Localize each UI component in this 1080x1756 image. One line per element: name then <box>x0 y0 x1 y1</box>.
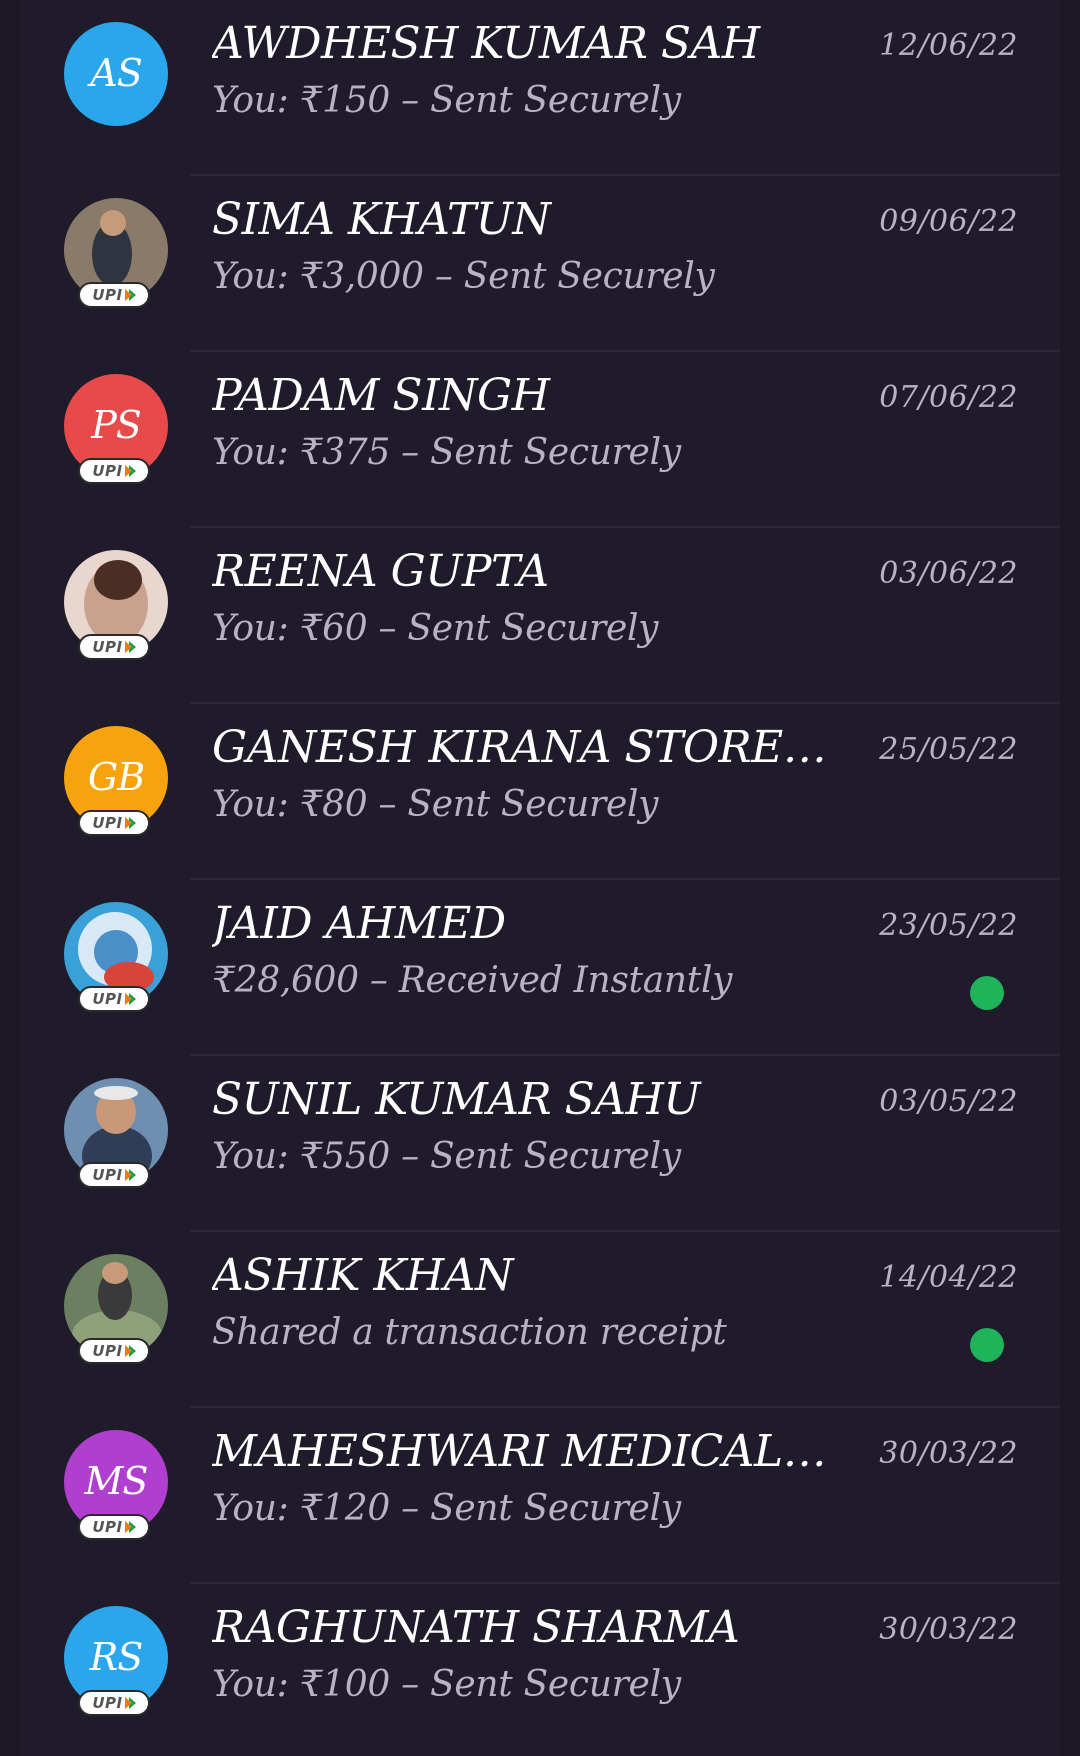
contact-row[interactable]: AS AWDHESH KUMAR SAH You: ₹150 – Sent Secu… <box>20 0 1060 176</box>
contact-row[interactable]: UPI SIMA KHATUN You: ₹3,000 – Sent Securel… <box>20 176 1060 352</box>
upi-badge-label: UPI <box>92 990 123 1008</box>
upi-badge-label: UPI <box>92 286 123 304</box>
contact-name: MAHESHWARI MEDICAL STO... <box>212 1426 832 1477</box>
avatar-initials: PS <box>91 403 142 447</box>
last-transaction-text: You: ₹375 – Sent Securely <box>212 432 681 473</box>
contact-name: JAID AHMED <box>212 898 506 949</box>
contact-row[interactable]: MS UPI MAHESHWARI MEDICAL STO... You: ₹120 … <box>20 1408 1060 1584</box>
contact-row[interactable]: UPI SUNIL KUMAR SAHU You: ₹550 – Sent Secu… <box>20 1056 1060 1232</box>
upi-badge-icon: UPI <box>78 986 150 1012</box>
contact-name: GANESH KIRANA STORE BIJ... <box>212 722 832 773</box>
last-transaction-text: You: ₹150 – Sent Securely <box>212 80 681 121</box>
unread-indicator-icon <box>970 1328 1004 1362</box>
upi-badge-icon: UPI <box>78 282 150 308</box>
avatar-photo-shape <box>94 560 142 600</box>
upi-badge-icon: UPI <box>78 634 150 660</box>
transaction-date: 23/05/22 <box>879 908 1018 943</box>
app-root: AS AWDHESH KUMAR SAH You: ₹150 – Sent Secu… <box>0 0 1080 1756</box>
transaction-date: 09/06/22 <box>879 204 1018 239</box>
upi-arrow-orange-icon <box>124 289 132 301</box>
contact-name: AWDHESH KUMAR SAH <box>212 18 760 69</box>
upi-arrow-orange-icon <box>124 1169 132 1181</box>
contact-name: REENA GUPTA <box>212 546 549 597</box>
transaction-date: 30/03/22 <box>879 1436 1018 1471</box>
upi-arrow-orange-icon <box>124 817 132 829</box>
contact-row[interactable]: UPI JAID AHMED ₹28,600 – Received Instantl… <box>20 880 1060 1056</box>
contact-list[interactable]: AS AWDHESH KUMAR SAH You: ₹150 – Sent Secu… <box>20 0 1060 1756</box>
upi-badge-label: UPI <box>92 1518 123 1536</box>
last-transaction-text: You: ₹3,000 – Sent Securely <box>212 256 715 297</box>
transaction-date: 03/05/22 <box>879 1084 1018 1119</box>
transaction-date: 07/06/22 <box>879 380 1018 415</box>
contact-row[interactable]: UPI REENA GUPTA You: ₹60 – Sent Securely 03… <box>20 528 1060 704</box>
avatar-initials: MS <box>84 1459 149 1503</box>
last-transaction-text: You: ₹550 – Sent Securely <box>212 1136 681 1177</box>
transaction-date: 30/03/22 <box>879 1612 1018 1647</box>
upi-badge-icon: UPI <box>78 458 150 484</box>
avatar-photo-shape <box>94 1086 138 1100</box>
avatar-initials: RS <box>89 1635 144 1679</box>
avatar-photo-shape <box>102 1262 128 1284</box>
upi-badge-label: UPI <box>92 814 123 832</box>
contact-name: PADAM SINGH <box>212 370 550 421</box>
last-transaction-text: You: ₹60 – Sent Securely <box>212 608 659 649</box>
unread-indicator-icon <box>970 976 1004 1010</box>
contact-row[interactable]: UPI ASHIK KHAN Shared a transaction receip… <box>20 1232 1060 1408</box>
upi-badge-label: UPI <box>92 1694 123 1712</box>
upi-arrow-orange-icon <box>124 641 132 653</box>
transaction-date: 03/06/22 <box>879 556 1018 591</box>
upi-arrow-orange-icon <box>124 1697 132 1709</box>
contact-row[interactable]: PS UPI PADAM SINGH You: ₹375 – Sent Securel… <box>20 352 1060 528</box>
avatar-initials: GB <box>87 755 145 799</box>
last-transaction-text: ₹28,600 – Received Instantly <box>212 960 733 1001</box>
upi-arrow-orange-icon <box>124 993 132 1005</box>
last-transaction-text: You: ₹100 – Sent Securely <box>212 1664 681 1705</box>
last-transaction-text: You: ₹80 – Sent Securely <box>212 784 659 825</box>
upi-arrow-orange-icon <box>124 1521 132 1533</box>
upi-badge-icon: UPI <box>78 1338 150 1364</box>
contact-name: ASHIK KHAN <box>212 1250 514 1301</box>
contact-name: SIMA KHATUN <box>212 194 551 245</box>
upi-arrow-orange-icon <box>124 1345 132 1357</box>
transaction-date: 12/06/22 <box>879 28 1018 63</box>
transaction-date: 25/05/22 <box>879 732 1018 767</box>
upi-badge-label: UPI <box>92 638 123 656</box>
upi-badge-label: UPI <box>92 1342 123 1360</box>
contact-row[interactable]: RS UPI RAGHUNATH SHARMA You: ₹100 – Sent Se… <box>20 1584 1060 1756</box>
upi-badge-label: UPI <box>92 462 123 480</box>
upi-badge-icon: UPI <box>78 810 150 836</box>
contact-name: SUNIL KUMAR SAHU <box>212 1074 701 1125</box>
upi-arrow-orange-icon <box>124 465 132 477</box>
upi-badge-label: UPI <box>92 1166 123 1184</box>
contact-initials-avatar[interactable]: AS <box>64 22 168 126</box>
last-transaction-text: You: ₹120 – Sent Securely <box>212 1488 681 1529</box>
avatar-initials: AS <box>90 51 142 95</box>
avatar-photo-shape <box>100 210 126 236</box>
contact-name: RAGHUNATH SHARMA <box>212 1602 740 1653</box>
upi-badge-icon: UPI <box>78 1690 150 1716</box>
last-transaction-text: Shared a transaction receipt <box>212 1312 727 1353</box>
upi-badge-icon: UPI <box>78 1162 150 1188</box>
contact-row[interactable]: GB UPI GANESH KIRANA STORE BIJ... You: ₹80 … <box>20 704 1060 880</box>
upi-badge-icon: UPI <box>78 1514 150 1540</box>
transaction-date: 14/04/22 <box>879 1260 1018 1295</box>
